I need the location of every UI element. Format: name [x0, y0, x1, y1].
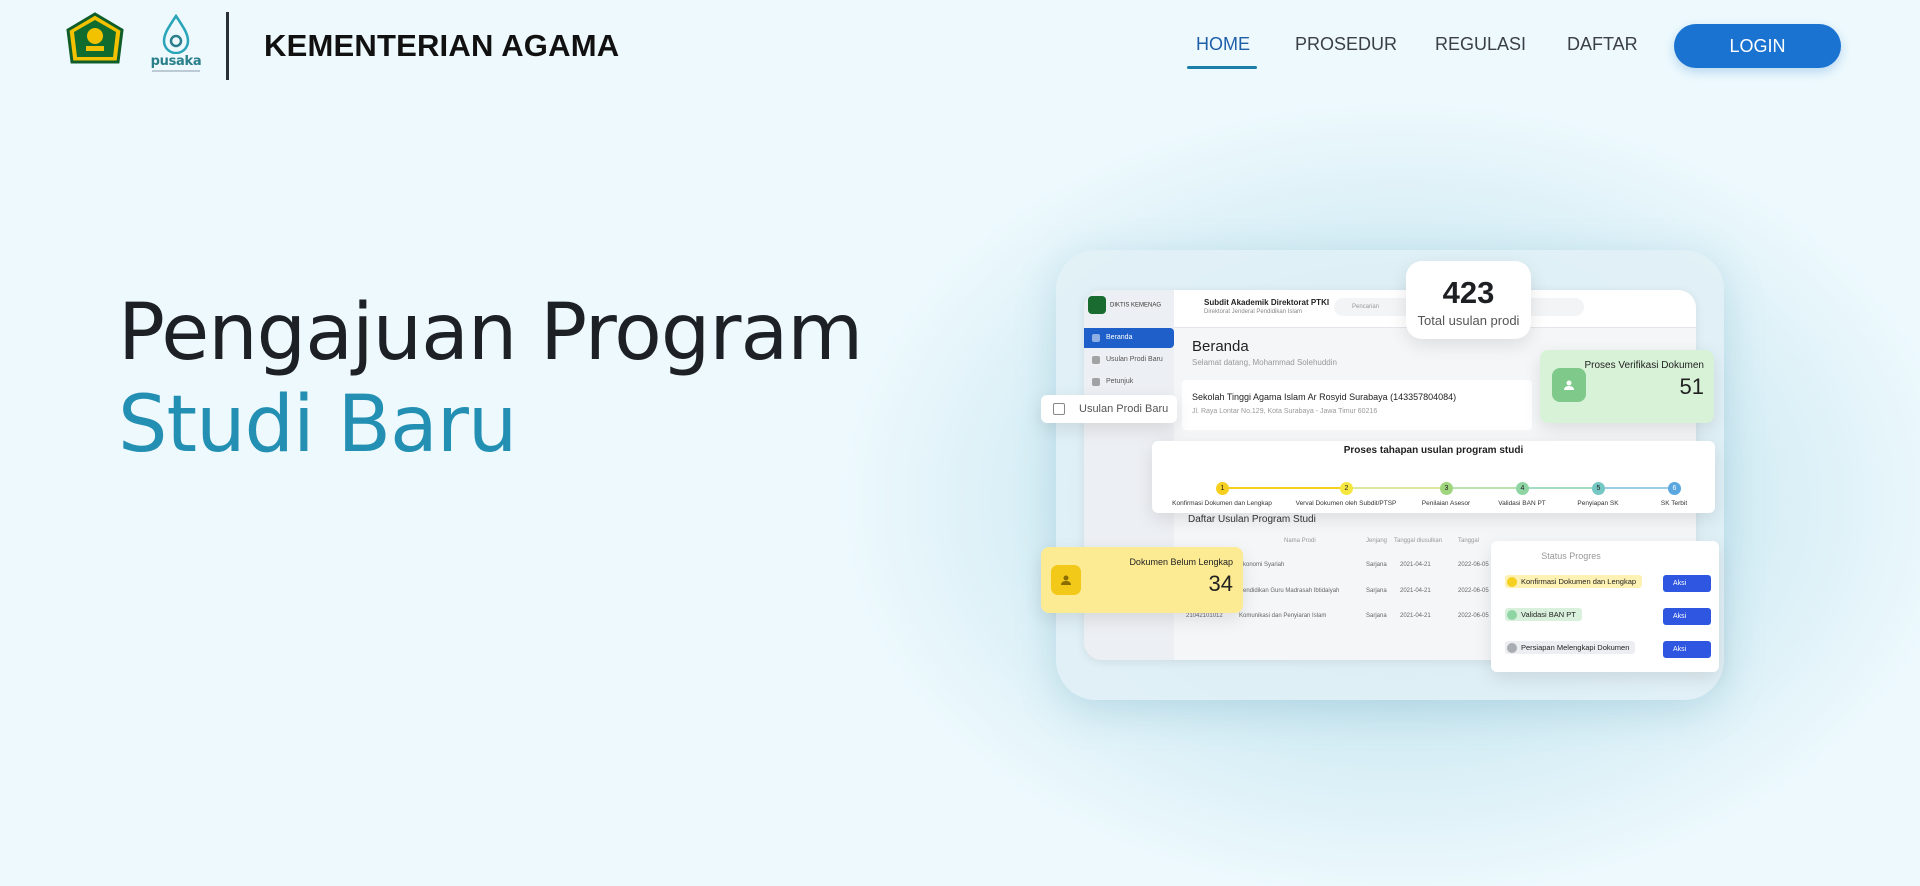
total-usulan-value: 423 [1442, 275, 1495, 310]
pusaka-logo[interactable]: pusaka [150, 13, 202, 74]
hero-title: Pengajuan Program [118, 288, 863, 378]
step-label: Penyiapan SK [1577, 500, 1619, 507]
aksi-button: Aksi [1663, 608, 1711, 625]
mockup-school-card: Sekolah Tinggi Agama Islam Ar Rosyid Sur… [1182, 380, 1532, 430]
nav-home[interactable]: HOME [1196, 34, 1250, 55]
pusaka-tagline-mark [152, 70, 200, 72]
mockup-sidebar-item-usulan: Usulan Prodi Baru [1084, 350, 1174, 370]
mockup-td-tgl2: 2022-06-05 [1458, 562, 1489, 568]
step-connector [1598, 487, 1674, 489]
step-connector [1446, 487, 1522, 489]
mockup-topbar-subtitle: Direktorat Jenderal Pendidikan Islam [1204, 309, 1303, 315]
usulan-prodi-chip-label: Usulan Prodi Baru [1079, 403, 1169, 415]
mockup-td-nama: Ekonomi Syariah [1239, 562, 1285, 568]
step-connector [1346, 487, 1446, 489]
proses-tahapan-card: Proses tahapan usulan program studi 1 2 … [1152, 441, 1715, 513]
step-dot: 1 [1216, 482, 1229, 495]
step-dot: 6 [1668, 482, 1681, 495]
login-button[interactable]: LOGIN [1674, 24, 1841, 68]
mockup-sidebar-brand: DIKTIS KEMENAG [1088, 296, 1161, 314]
status-row: Konfirmasi Dokumen dan Lengkap [1505, 575, 1643, 588]
aksi-button: Aksi [1663, 575, 1711, 592]
step-dot: 3 [1440, 482, 1453, 495]
step-connector [1222, 487, 1346, 489]
mockup-sidebar-item-beranda: Beranda [1084, 328, 1174, 348]
nav-daftar[interactable]: DAFTAR [1567, 34, 1638, 55]
mockup-list-title: Daftar Usulan Program Studi [1188, 514, 1316, 525]
verifikasi-label: Proses Verifikasi Dokumen [1584, 360, 1705, 371]
mockup-th-tgl2: Tanggal [1458, 538, 1480, 544]
step-dot: 2 [1340, 482, 1353, 495]
status-row: Persiapan Melengkapi Dokumen [1505, 641, 1636, 654]
pusaka-wordmark: pusaka [150, 54, 202, 69]
header-divider [226, 12, 229, 80]
site-header: pusaka KEMENTERIAN AGAMA HOME PROSEDUR R… [0, 0, 1920, 92]
status-progres-card: Status Progres Konfirmasi Dokumen dan Le… [1491, 541, 1719, 672]
step-connector [1522, 487, 1598, 489]
proses-tahapan-title: Proses tahapan usulan program studi [1343, 445, 1524, 456]
mockup-td-tgl: 2021-04-21 [1400, 613, 1431, 619]
kemenag-logo[interactable] [64, 12, 126, 68]
dokumen-belum-lengkap-card: Dokumen Belum Lengkap 34 [1041, 547, 1243, 613]
step-label: Konfirmasi Dokumen dan Lengkap [1172, 500, 1272, 507]
status-dot [1507, 577, 1517, 587]
status-row: Validasi BAN PT [1505, 608, 1582, 621]
status-row-label: Konfirmasi Dokumen dan Lengkap [1521, 577, 1637, 586]
status-dot [1507, 610, 1517, 620]
mockup-td-tgl2: 2022-06-05 [1458, 588, 1489, 594]
step-label: Validasi BAN PT [1498, 500, 1546, 507]
mockup-school-name: Sekolah Tinggi Agama Islam Ar Rosyid Sur… [1192, 392, 1457, 402]
mockup-td-jenjang: Sarjana [1366, 588, 1387, 594]
usulan-prodi-chip: Usulan Prodi Baru [1041, 395, 1177, 423]
verifikasi-card: Proses Verifikasi Dokumen 51 [1540, 350, 1714, 423]
mockup-th-tgl: Tanggal diusulkan [1394, 538, 1443, 544]
status-row-label: Persiapan Melengkapi Dokumen [1521, 643, 1630, 652]
total-usulan-card: 423 Total usulan prodi [1406, 261, 1531, 339]
status-dot [1507, 643, 1517, 653]
mockup-sidebar-brand-text: DIKTIS KEMENAG [1110, 302, 1162, 309]
step-label: Penilaian Asesor [1421, 500, 1471, 507]
mockup-school-address: Jl. Raya Lontar No.129, Kota Surabaya - … [1192, 408, 1378, 415]
nav-active-indicator [1187, 66, 1257, 69]
step-dot: 4 [1516, 482, 1529, 495]
mockup-td-jenjang: Sarjana [1366, 562, 1387, 568]
mockup-th-nama: Nama Prodi [1284, 538, 1316, 544]
mockup-topbar-title: Subdit Akademik Direktorat PTKI [1204, 298, 1330, 307]
mockup-th-jenjang: Jenjang [1366, 538, 1388, 544]
mockup-sidebar-item-petunjuk: Petunjuk [1084, 372, 1174, 392]
status-row-label: Validasi BAN PT [1521, 610, 1576, 619]
dokumen-label: Dokumen Belum Lengkap [1129, 557, 1233, 567]
hero-title-highlight: Studi Baru [118, 380, 517, 470]
mockup-logo-icon [1088, 296, 1106, 314]
user-icon [1552, 368, 1586, 402]
step-label: SK Terbit [1660, 500, 1688, 507]
mockup-td-nama: Pendidikan Guru Madrasah Ibtidaiyah [1239, 588, 1340, 594]
status-progres-title: Status Progres [1541, 551, 1601, 561]
site-brand[interactable]: KEMENTERIAN AGAMA [264, 28, 619, 64]
pusaka-drop-icon [162, 13, 190, 55]
verifikasi-value: 51 [1679, 374, 1704, 399]
mockup-td-nama: Komunikasi dan Penyiaran Islam [1239, 613, 1327, 619]
mockup-td-kode: 21042101012 [1186, 613, 1223, 619]
mockup-page-title: Beranda [1192, 338, 1249, 355]
user-icon [1051, 565, 1081, 595]
mockup-td-tgl: 2021-04-21 [1400, 562, 1431, 568]
total-usulan-label: Total usulan prodi [1417, 313, 1520, 328]
mockup-td-tgl2: 2022-06-05 [1458, 613, 1489, 619]
document-icon [1053, 403, 1065, 415]
step-label: Verval Dokumen oleh Subdit/PTSP [1295, 500, 1397, 507]
mockup-td-tgl: 2021-04-21 [1400, 588, 1431, 594]
nav-prosedur[interactable]: PROSEDUR [1295, 34, 1397, 55]
step-dot: 5 [1592, 482, 1605, 495]
aksi-button: Aksi [1663, 641, 1711, 658]
mockup-welcome: Selamat datang, Mohammad Solehuddin [1192, 358, 1337, 367]
nav-regulasi[interactable]: REGULASI [1435, 34, 1526, 55]
dokumen-value: 34 [1208, 571, 1233, 596]
mockup-td-jenjang: Sarjana [1366, 613, 1387, 619]
